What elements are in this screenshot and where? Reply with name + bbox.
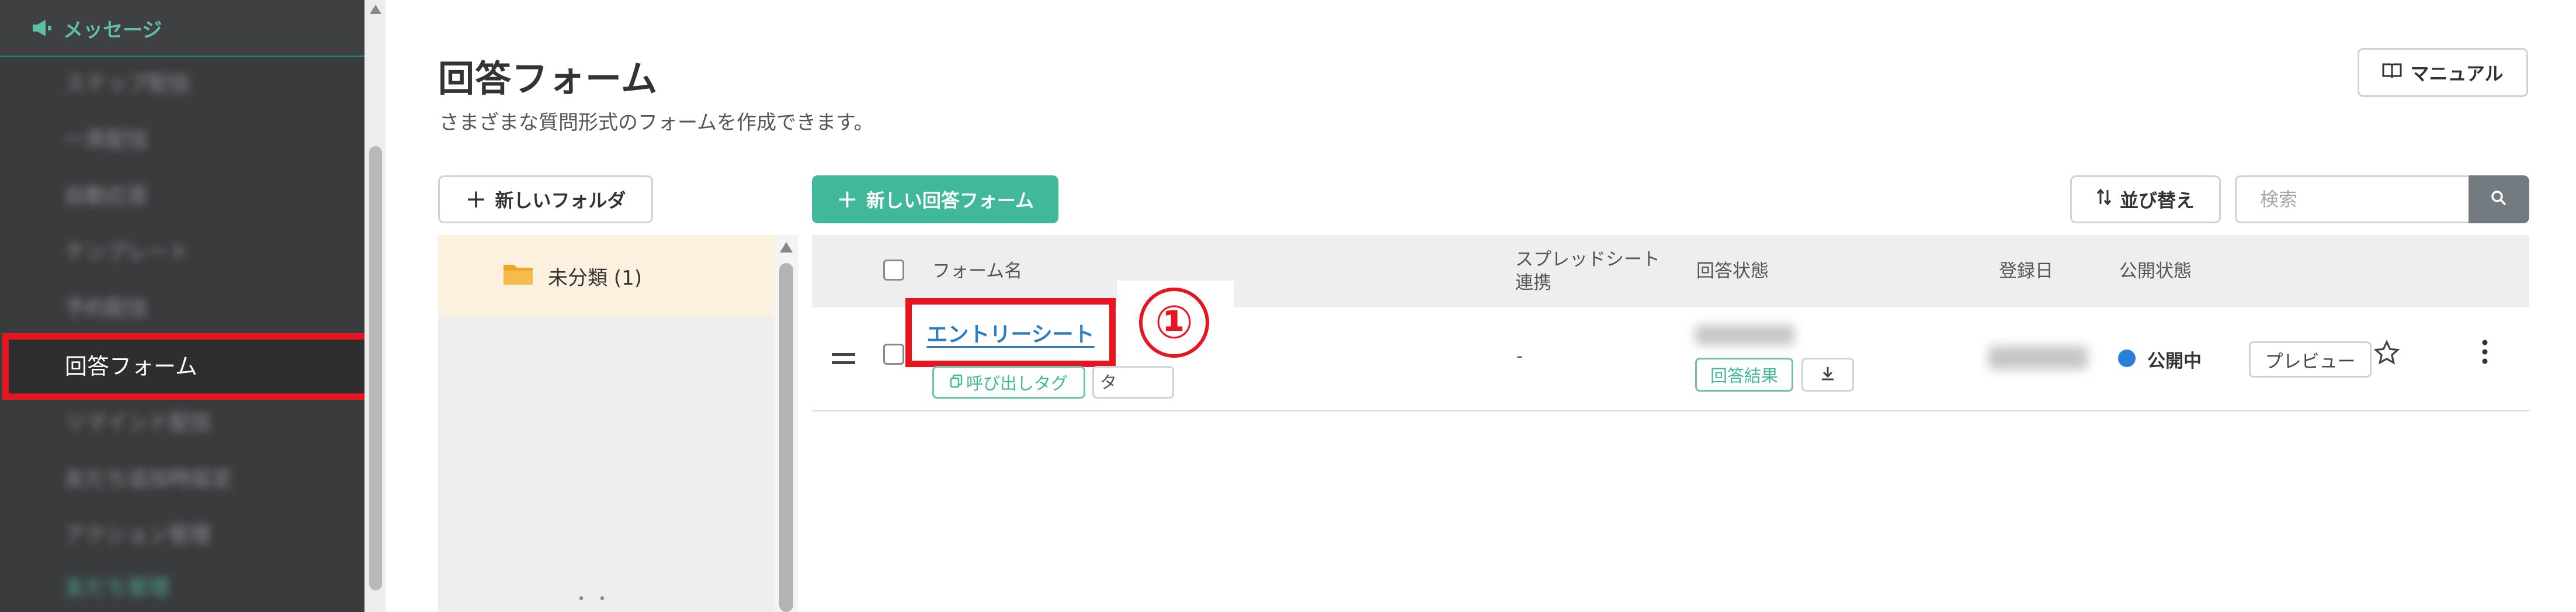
new-folder-button[interactable]: + 新しいフォルダ bbox=[438, 175, 653, 223]
sidebar-item-action[interactable]: アクション管理 bbox=[0, 512, 364, 559]
book-icon bbox=[2382, 61, 2402, 84]
publish-status-label: 公開中 bbox=[2147, 351, 2202, 372]
registered-date-blurred bbox=[1988, 346, 2088, 369]
new-folder-label: 新しいフォルダ bbox=[495, 189, 626, 212]
download-icon bbox=[1820, 365, 1835, 384]
call-tag-button[interactable]: 呼び出しタグ bbox=[932, 366, 1085, 399]
column-header-spreadsheet: スプレッドシート連携 bbox=[1515, 249, 1660, 293]
sidebar-item-friends[interactable]: 友だち管理 bbox=[0, 565, 364, 611]
folder-label: 未分類 (1) bbox=[548, 266, 642, 290]
sidebar-item-broadcast[interactable]: 一斉配信 bbox=[0, 117, 364, 164]
more-options-icon[interactable] bbox=[2481, 339, 2488, 367]
folder-panel-footer: ・・ bbox=[572, 589, 615, 610]
column-header-publish-status: 公開状態 bbox=[2119, 261, 2192, 282]
page-subtitle: さまざまな質問形式のフォームを作成できます。 bbox=[439, 111, 874, 134]
favorite-star-icon[interactable] bbox=[2373, 340, 2400, 367]
row-checkbox[interactable] bbox=[883, 344, 904, 365]
new-form-button[interactable]: + 新しい回答フォーム bbox=[812, 175, 1058, 223]
column-header-registered: 登録日 bbox=[1999, 261, 2053, 282]
sidebar-item-step[interactable]: ステップ配信 bbox=[0, 61, 364, 108]
plus-icon: + bbox=[465, 184, 487, 214]
sidebar-item-scheduled[interactable]: 予約配信 bbox=[0, 285, 364, 332]
call-tag-label: 呼び出しタグ bbox=[966, 374, 1068, 393]
sidebar-header-label: メッセージ bbox=[63, 19, 162, 42]
page-title: 回答フォーム bbox=[438, 57, 658, 100]
answer-count-blurred bbox=[1695, 325, 1794, 345]
preview-button[interactable]: プレビュー bbox=[2249, 341, 2372, 378]
search-icon bbox=[2491, 190, 2507, 209]
select-all-checkbox[interactable] bbox=[883, 260, 904, 281]
sidebar-header-messages[interactable]: メッセージ bbox=[0, 0, 364, 57]
sidebar-item-friend-added[interactable]: 友だち追加時設定 bbox=[0, 456, 364, 503]
spreadsheet-value: - bbox=[1516, 346, 1523, 366]
table-header: フォーム名 スプレッドシート連携 回答状態 登録日 公開状態 bbox=[812, 235, 2529, 307]
sidebar-item-answer-form[interactable]: 回答フォーム bbox=[2, 333, 372, 400]
tag-chip[interactable]: タ bbox=[1092, 366, 1174, 399]
folder-icon bbox=[502, 261, 534, 291]
search-button[interactable] bbox=[2469, 175, 2529, 223]
sidebar-item-auto-reply[interactable]: 自動応答 bbox=[0, 173, 364, 220]
folder-scroll-up-icon[interactable] bbox=[780, 242, 793, 253]
annotation-step-number: ① bbox=[1139, 288, 1209, 358]
download-button[interactable] bbox=[1801, 358, 1854, 392]
sidebar-scrollbar-thumb[interactable] bbox=[369, 146, 382, 590]
folder-item-uncategorized[interactable]: 未分類 (1) bbox=[438, 235, 775, 317]
drag-handle-icon[interactable] bbox=[832, 352, 855, 368]
copy-icon bbox=[950, 372, 963, 392]
sidebar-scroll-up-icon[interactable] bbox=[370, 5, 381, 14]
new-form-label: 新しい回答フォーム bbox=[866, 189, 1034, 212]
status-dot bbox=[2118, 350, 2136, 367]
plus-icon: + bbox=[836, 184, 858, 214]
sort-icon bbox=[2096, 188, 2112, 210]
answer-result-button[interactable]: 回答結果 bbox=[1695, 358, 1793, 392]
sidebar-item-template[interactable]: テンプレート bbox=[0, 229, 364, 276]
manual-button[interactable]: マニュアル bbox=[2358, 48, 2528, 97]
megaphone-icon bbox=[30, 18, 54, 39]
column-header-name: フォーム名 bbox=[932, 261, 1023, 282]
search-input[interactable]: 検索 bbox=[2235, 175, 2470, 223]
form-name-link[interactable]: エントリーシート bbox=[905, 298, 1116, 367]
folder-scrollbar-thumb[interactable] bbox=[779, 263, 793, 612]
manual-label: マニュアル bbox=[2410, 63, 2504, 85]
sort-button[interactable]: 並び替え bbox=[2070, 175, 2221, 223]
sort-label: 並び替え bbox=[2119, 189, 2195, 212]
column-header-answer-status: 回答状態 bbox=[1696, 261, 1769, 282]
sidebar-item-remind[interactable]: リマインド配信 bbox=[0, 400, 364, 447]
